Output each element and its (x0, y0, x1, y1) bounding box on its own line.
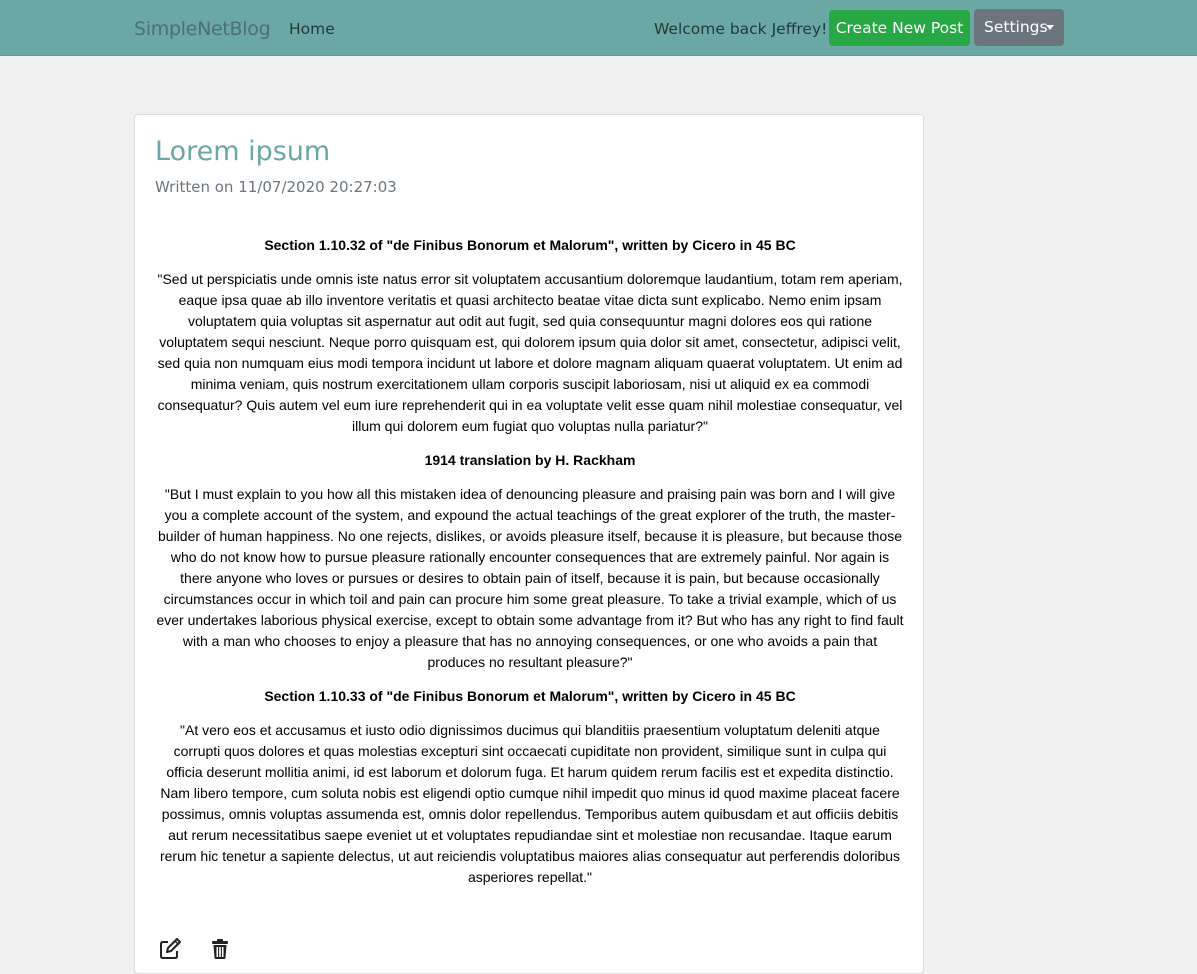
navbar: SimpleNetBlog Home Welcome back Jeffrey!… (0, 0, 1197, 56)
section-paragraph: "At vero eos et accusamus et iusto odio … (159, 722, 901, 885)
post-body: Section 1.10.32 of "de Finibus Bonorum e… (155, 235, 905, 901)
brand-logo[interactable]: SimpleNetBlog (134, 18, 271, 40)
section-heading: Section 1.10.33 of "de Finibus Bonorum e… (264, 688, 796, 704)
settings-label: Settings (984, 18, 1048, 36)
post-actions (159, 938, 255, 960)
section-heading: Section 1.10.32 of "de Finibus Bonorum e… (264, 237, 796, 253)
nav-home-link[interactable]: Home (289, 20, 335, 38)
edit-icon[interactable] (159, 938, 181, 960)
post-title: Lorem ipsum (155, 136, 331, 167)
post-date: Written on 11/07/2020 20:27:03 (155, 178, 397, 196)
caret-down-icon (1046, 25, 1054, 30)
section-paragraph: "But I must explain to you how all this … (156, 486, 904, 670)
section-heading: 1914 translation by H. Rackham (424, 452, 636, 468)
welcome-message: Welcome back Jeffrey! (654, 20, 828, 38)
settings-dropdown-button[interactable]: Settings (974, 9, 1064, 46)
post-card: Lorem ipsum Written on 11/07/2020 20:27:… (134, 114, 924, 974)
create-new-post-button[interactable]: Create New Post (829, 10, 970, 46)
trash-icon[interactable] (209, 938, 231, 960)
section-paragraph: "Sed ut perspiciatis unde omnis iste nat… (157, 271, 903, 434)
